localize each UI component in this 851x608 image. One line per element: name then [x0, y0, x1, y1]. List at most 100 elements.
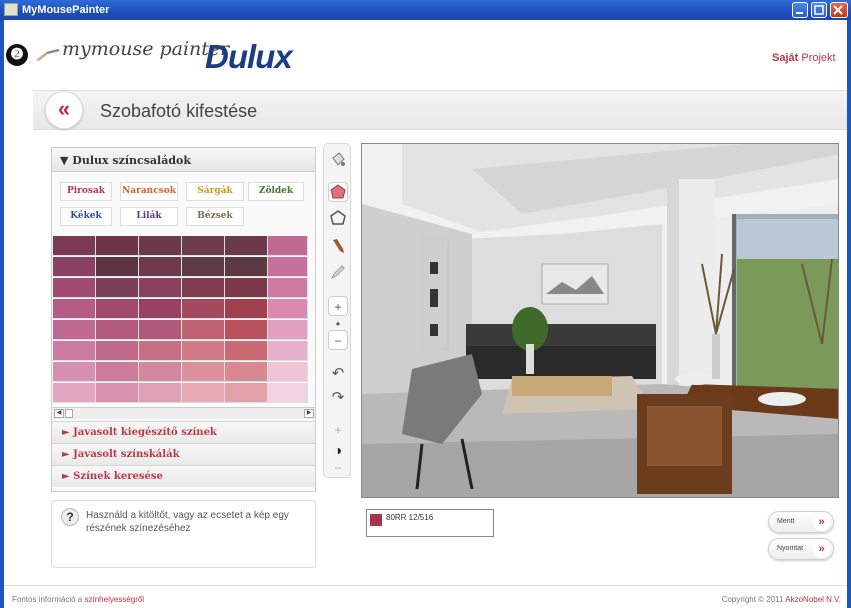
color-swatch[interactable] — [96, 278, 139, 298]
color-swatch[interactable] — [225, 320, 268, 340]
close-icon — [833, 5, 843, 15]
project-link-bold: Saját — [772, 52, 799, 64]
family-label: Lilák — [136, 211, 162, 221]
polygon-erase-tool[interactable] — [328, 208, 348, 228]
color-swatch[interactable] — [225, 278, 268, 298]
close-button[interactable] — [830, 2, 848, 18]
color-swatch[interactable] — [268, 320, 308, 340]
family-button-sargak[interactable]: Sárgák — [186, 182, 244, 201]
color-swatch[interactable] — [268, 257, 308, 277]
akzonobel-link[interactable]: AkzoNobel N.V. — [785, 595, 841, 604]
color-swatch[interactable] — [53, 257, 96, 277]
color-swatch[interactable] — [182, 299, 225, 319]
color-swatch[interactable] — [268, 278, 308, 298]
color-swatch[interactable] — [53, 362, 96, 382]
color-swatch[interactable] — [96, 236, 139, 256]
color-swatch[interactable] — [268, 362, 308, 382]
app-icon — [4, 3, 18, 16]
undo-button[interactable]: ↶ — [328, 364, 348, 384]
color-swatch[interactable] — [139, 362, 182, 382]
color-swatch[interactable] — [139, 320, 182, 340]
family-button-narancsok[interactable]: Narancsok — [120, 182, 178, 201]
color-swatch[interactable] — [96, 320, 139, 340]
color-swatch[interactable] — [139, 257, 182, 277]
family-button-zoldek[interactable]: Zöldek — [248, 182, 304, 201]
contrast-increase-button[interactable]: + — [328, 420, 348, 440]
color-swatch[interactable] — [96, 299, 139, 319]
family-button-pirosak[interactable]: Pirosak — [60, 182, 112, 201]
color-swatch[interactable] — [139, 299, 182, 319]
color-swatch[interactable] — [268, 299, 308, 319]
color-swatch[interactable] — [53, 383, 96, 403]
brush-tool[interactable] — [328, 236, 348, 256]
footer-info-text: Fontos információ a — [12, 595, 83, 604]
paint-bucket-icon — [332, 152, 345, 166]
color-swatch[interactable] — [53, 320, 96, 340]
color-swatch[interactable] — [225, 383, 268, 403]
color-swatch[interactable] — [225, 236, 268, 256]
polygon-tool[interactable] — [328, 182, 348, 202]
color-swatch[interactable] — [96, 257, 139, 277]
zoom-out-button[interactable]: − — [328, 330, 348, 350]
scroll-thumb[interactable] — [65, 409, 73, 418]
color-swatch[interactable] — [225, 341, 268, 361]
pencil-tool[interactable] — [328, 262, 348, 282]
footer-copyright: Copyright © 2011 AkzoNobel N.V. — [722, 595, 841, 604]
copyright-text: Copyright © 2011 — [721, 595, 784, 604]
color-family-header[interactable]: ▼ Dulux színcsaládok — [52, 148, 315, 172]
contrast-icon: ◑ — [333, 442, 343, 458]
room-photo-canvas[interactable] — [361, 143, 839, 498]
color-swatch[interactable] — [53, 299, 96, 319]
family-button-lilak[interactable]: Lilák — [120, 207, 178, 226]
color-swatch[interactable] — [139, 278, 182, 298]
accordion-color-search[interactable]: ► Színek keresése — [52, 465, 315, 487]
print-button[interactable]: Nyomtat » — [768, 538, 834, 560]
redo-button[interactable]: ↷ — [328, 388, 348, 408]
accordion-color-schemes[interactable]: ► Javasolt színskálák — [52, 443, 315, 465]
brush-logo-icon — [36, 49, 60, 61]
family-label: Bézsek — [197, 211, 233, 221]
minimize-button[interactable] — [792, 2, 808, 18]
family-button-kekek[interactable]: Kékek — [60, 207, 112, 226]
color-swatch[interactable] — [139, 383, 182, 403]
color-swatch[interactable] — [225, 362, 268, 382]
color-swatch[interactable] — [182, 257, 225, 277]
accordion-complementary-colors[interactable]: ► Javasolt kiegészítő színek — [52, 421, 315, 443]
color-swatch[interactable] — [182, 236, 225, 256]
zoom-in-button[interactable]: + — [328, 296, 348, 316]
minimize-icon — [796, 12, 803, 14]
color-swatch[interactable] — [182, 362, 225, 382]
my-project-link[interactable]: Saját Projekt — [772, 52, 836, 64]
color-swatch[interactable] — [53, 236, 96, 256]
selected-color-code: 80RR 12/516 — [386, 513, 434, 522]
scroll-left-arrow[interactable]: ◀ — [54, 409, 64, 418]
color-swatch[interactable] — [53, 341, 96, 361]
paint-toolbar: + • − ↶ ↷ + ◑ − — [323, 143, 351, 478]
color-swatch[interactable] — [139, 236, 182, 256]
swatch-horizontal-scrollbar[interactable]: ◀ ▶ — [53, 407, 315, 419]
selected-color-chip[interactable]: 80RR 12/516 — [366, 509, 494, 537]
color-swatch[interactable] — [268, 341, 308, 361]
color-swatch[interactable] — [182, 383, 225, 403]
back-button[interactable]: « — [45, 91, 83, 129]
color-family-panel: ▼ Dulux színcsaládok Pirosak Narancsok S… — [51, 147, 316, 492]
family-button-bezsek[interactable]: Bézsek — [186, 207, 244, 226]
color-swatch[interactable] — [225, 257, 268, 277]
color-swatch[interactable] — [96, 362, 139, 382]
color-accuracy-link[interactable]: színhelyességről — [85, 595, 145, 604]
color-swatch[interactable] — [182, 320, 225, 340]
color-swatch[interactable] — [182, 278, 225, 298]
color-swatch[interactable] — [268, 236, 308, 256]
color-swatch[interactable] — [96, 341, 139, 361]
contrast-decrease-button[interactable]: − — [328, 458, 348, 478]
maximize-button[interactable] — [811, 2, 827, 18]
fill-bucket-tool[interactable] — [328, 150, 348, 170]
color-swatch[interactable] — [96, 383, 139, 403]
color-swatch[interactable] — [268, 383, 308, 403]
save-button[interactable]: Mentt » — [768, 511, 834, 533]
color-swatch[interactable] — [182, 341, 225, 361]
color-swatch[interactable] — [53, 278, 96, 298]
scroll-right-arrow[interactable]: ▶ — [304, 409, 314, 418]
color-swatch[interactable] — [139, 341, 182, 361]
color-swatch[interactable] — [225, 299, 268, 319]
